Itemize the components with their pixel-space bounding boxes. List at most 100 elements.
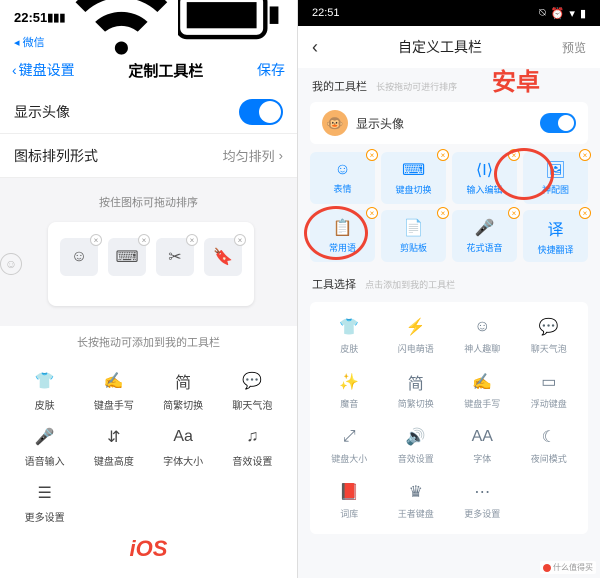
and-tool-voice[interactable]: 🎤花式语音× [452,210,517,262]
and-tool-input-edit[interactable]: ⟨I⟩输入编辑× [452,152,517,204]
and-opt-dict[interactable]: 📕词库 [316,477,383,524]
and-tool-image[interactable]: 🖼神配图× [523,152,588,204]
ios-layout-value: 均匀排列 › [223,146,283,165]
note-icon: 📋 [333,218,353,238]
remove-icon[interactable]: × [579,149,591,161]
ios-opt-height[interactable]: ⇵键盘高度 [79,420,148,472]
and-opt-funchat[interactable]: ☺神人趣聊 [449,312,516,359]
clipboard-icon: 📄 [404,218,424,238]
ios-layout-label: 图标排列形式 [14,146,98,166]
ios-toolbar-section: 按住图标可拖动排序 ☺ ☺× ⌨× ✂× 🔖× [0,178,297,326]
remove-icon[interactable]: × [508,149,520,161]
ios-back-label: 键盘设置 [19,60,75,80]
moon-icon: ☾ [538,426,560,448]
ios-time: 22:51 [14,10,47,25]
android-my-toolbar-header: 我的工具栏 长按拖动可进行排序 [298,68,600,98]
ios-avatar-toggle[interactable] [239,99,283,125]
magic-icon: ✨ [338,371,360,393]
wifi-icon [69,0,174,58]
and-opt-flash[interactable]: ⚡闪电萌语 [383,312,450,359]
android-time: 22:51 [312,7,340,19]
ios-opt-handwrite[interactable]: ✍键盘手写 [79,364,148,416]
and-opt-float[interactable]: ▭浮动键盘 [516,367,583,414]
ios-opt-bubble[interactable]: 💬聊天气泡 [218,364,287,416]
and-opt-sound[interactable]: 🔊音效设置 [383,422,450,469]
ios-tool-bookmark[interactable]: 🔖× [204,238,242,276]
chevron-left-icon: ‹ [12,62,17,78]
mic-icon: 🎤 [475,218,495,238]
simptrad-icon: 简 [170,368,196,394]
keyboard-icon: ⌨ [115,247,138,267]
ios-status-bar: 22:51 ▮▮▮ [0,0,297,34]
android-screenshot: 22:51 ⍉ ⏰ ▾ ▮ ‹ 自定义工具栏 预览 我的工具栏 长按拖动可进行排… [298,0,600,578]
ios-status-right: ▮▮▮ [47,0,283,58]
remove-icon[interactable]: × [437,149,449,161]
remove-icon[interactable]: × [366,207,378,219]
ios-add-hint: 长按拖动可添加到我的工具栏 [0,326,297,358]
remove-icon[interactable]: × [186,234,198,246]
android-avatar-toggle[interactable] [540,113,576,133]
and-opt-simptrad[interactable]: 简简繁切换 [383,367,450,414]
ios-opt-more[interactable]: ☰更多设置 [10,476,79,528]
and-opt-night[interactable]: ☾夜间模式 [516,422,583,469]
android-options-card: 👕皮肤 ⚡闪电萌语 ☺神人趣聊 💬聊天气泡 ✨魔音 简简繁切换 ✍键盘手写 ▭浮… [310,302,588,534]
ios-layout-row[interactable]: 图标排列形式 均匀排列 › [0,134,297,178]
and-opt-handwrite[interactable]: ✍键盘手写 [449,367,516,414]
remove-icon[interactable]: × [579,207,591,219]
remove-icon[interactable]: × [437,207,449,219]
sound-icon: 🔊 [405,426,427,448]
and-tool-keyboard[interactable]: ⌨键盘切换× [381,152,446,204]
and-opt-font[interactable]: AA字体 [449,422,516,469]
ios-opt-fontsize[interactable]: Aa字体大小 [149,420,218,472]
and-opt-resize[interactable]: ⤢键盘大小 [316,422,383,469]
mic-icon: 🎤 [32,424,58,450]
handwrite-icon: ✍ [101,368,127,394]
ios-avatar-label: 显示头像 [14,102,70,122]
ios-opt-voice[interactable]: 🎤语音输入 [10,420,79,472]
emoji-icon: ☺ [334,161,350,179]
android-status-right: ⍉ ⏰ ▾ ▮ [539,7,586,20]
remove-icon[interactable]: × [138,234,150,246]
fontsize-icon: Aa [170,424,196,450]
and-opt-bubble[interactable]: 💬聊天气泡 [516,312,583,359]
ios-back-button[interactable]: ‹ 键盘设置 [12,60,75,80]
emoji-icon: ☺ [71,248,87,266]
android-toolbar-grid: ☺表情× ⌨键盘切换× ⟨I⟩输入编辑× 🖼神配图× 📋常用语× 📄剪贴板× 🎤… [298,148,600,266]
chevron-right-icon: › [279,148,283,163]
and-opt-more[interactable]: ⋯更多设置 [449,477,516,524]
and-tool-translate[interactable]: 译快捷翻译× [523,210,588,262]
dnd-icon: ⍉ [539,7,546,20]
ios-tool-scissors[interactable]: ✂× [156,238,194,276]
king-icon: ♛ [405,481,427,503]
chat-icon: ☺ [471,316,493,338]
ios-opt-skin[interactable]: 👕皮肤 [10,364,79,416]
and-opt-magic[interactable]: ✨魔音 [316,367,383,414]
ios-toolbar-card: ☺× ⌨× ✂× 🔖× [48,222,254,306]
remove-icon[interactable]: × [508,207,520,219]
height-icon: ⇵ [101,424,127,450]
android-back-button[interactable]: ‹ [312,37,318,58]
annotation-ios: iOS [130,536,168,562]
android-title: 自定义工具栏 [398,37,482,57]
ios-tool-keyboard[interactable]: ⌨× [108,238,146,276]
remove-icon[interactable]: × [90,234,102,246]
ios-save-button[interactable]: 保存 [257,60,285,80]
and-tool-clipboard[interactable]: 📄剪贴板× [381,210,446,262]
ios-tool-emoji[interactable]: ☺× [60,238,98,276]
translate-icon: 译 [547,216,563,240]
font-icon: AA [471,426,493,448]
and-opt-king[interactable]: ♛王者键盘 [383,477,450,524]
and-tool-emoji[interactable]: ☺表情× [310,152,375,204]
ios-opt-simptrad[interactable]: 简简繁切换 [149,364,218,416]
and-tool-phrases[interactable]: 📋常用语× [310,210,375,262]
ios-options-grid: 👕皮肤 ✍键盘手写 简简繁切换 💬聊天气泡 🎤语音输入 ⇵键盘高度 Aa字体大小… [0,358,297,534]
remove-icon[interactable]: × [234,234,246,246]
android-preview-button[interactable]: 预览 [562,39,586,56]
bubble-icon: 💬 [239,368,265,394]
remove-icon[interactable]: × [366,149,378,161]
android-status-bar: 22:51 ⍉ ⏰ ▾ ▮ [298,0,600,26]
ios-title: 定制工具栏 [128,60,203,81]
and-opt-skin[interactable]: 👕皮肤 [316,312,383,359]
ios-opt-sound[interactable]: ♫音效设置 [218,420,287,472]
android-avatar-label: 显示头像 [356,115,532,132]
